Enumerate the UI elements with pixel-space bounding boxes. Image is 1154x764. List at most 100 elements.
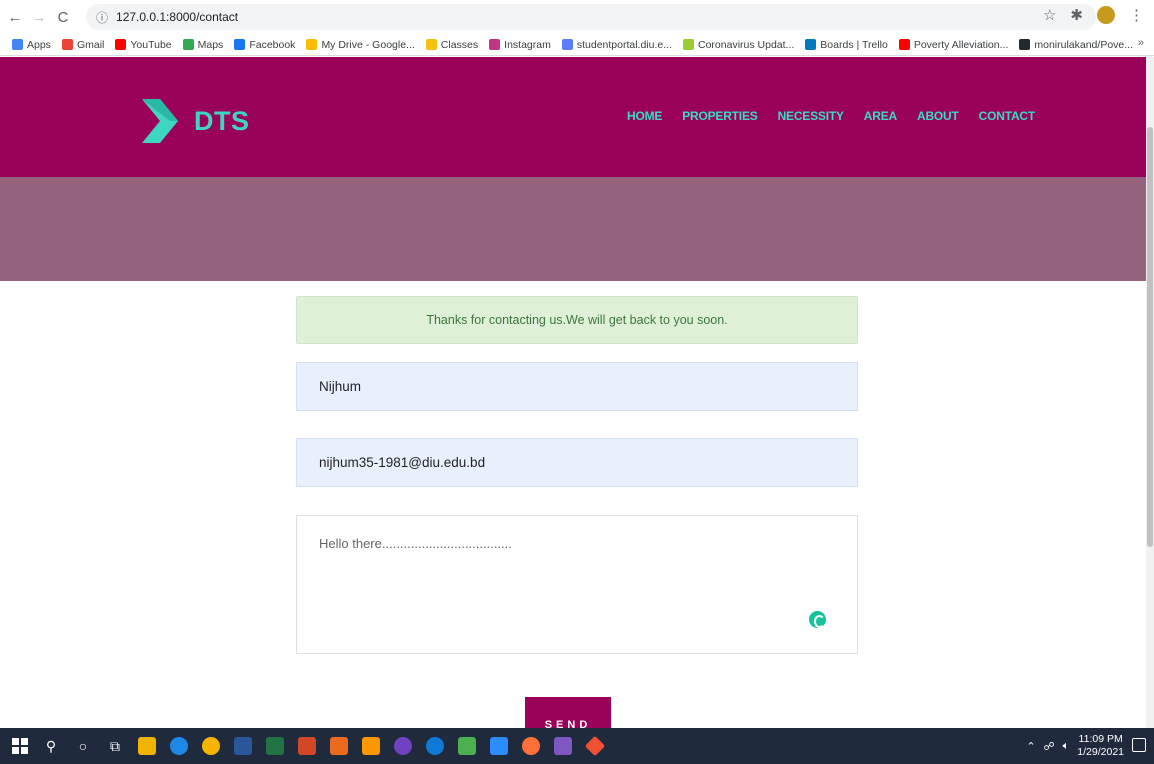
bookmark-item[interactable]: Facebook bbox=[234, 39, 295, 51]
profile-avatar[interactable] bbox=[1097, 6, 1115, 24]
firefox-icon[interactable] bbox=[522, 737, 540, 755]
task-view-icon[interactable]: ⧉ bbox=[106, 738, 124, 755]
edge-icon[interactable] bbox=[170, 737, 188, 755]
bookmark-icon bbox=[306, 39, 318, 50]
forward-icon[interactable]: → bbox=[30, 9, 48, 26]
system-tray: ⌃ ☍ 🔈︎ 11:09 PM 1/29/2021 bbox=[1026, 733, 1124, 759]
clock-date: 1/29/2021 bbox=[1077, 746, 1124, 758]
bookmark-icon bbox=[898, 39, 910, 50]
hero-banner bbox=[0, 177, 1146, 281]
search-icon[interactable]: ⚲ bbox=[42, 738, 60, 755]
extensions-icon[interactable]: ✱ bbox=[1070, 6, 1083, 24]
message-text: Hello there.............................… bbox=[319, 536, 512, 551]
bookmark-label: Boards | Trello bbox=[820, 38, 888, 51]
clock-time: 11:09 PM bbox=[1078, 733, 1123, 745]
sublime-icon[interactable] bbox=[362, 737, 380, 755]
success-alert: Thanks for contacting us.We will get bac… bbox=[296, 296, 858, 344]
bookmark-item[interactable]: Apps bbox=[12, 39, 51, 51]
star-icon[interactable]: ☆ bbox=[1043, 6, 1056, 24]
message-textarea[interactable]: Hello there.............................… bbox=[296, 515, 858, 654]
app-icon-2[interactable] bbox=[554, 737, 572, 755]
bookmarks-more-icon[interactable]: » bbox=[1138, 37, 1144, 49]
bookmark-label: monirulakand/Pove... bbox=[1034, 38, 1133, 51]
cortana-icon[interactable]: ○ bbox=[74, 738, 92, 754]
site-header: DTS HOME PROPERTIES NECESSITY AREA ABOUT… bbox=[0, 57, 1146, 177]
bookmark-icon bbox=[61, 39, 73, 50]
bookmarks-bar: Apps Gmail YouTube Maps Facebook My Drive - G… bbox=[0, 34, 1154, 56]
main-nav: HOME PROPERTIES NECESSITY AREA ABOUT CON… bbox=[627, 109, 1035, 123]
taskbar: ⚲ ○ ⧉ ⌃ ☍ 🔈︎ 11:09 PM 1/29/2021 bbox=[0, 728, 1154, 764]
logo-text: DTS bbox=[194, 105, 250, 136]
bookmark-item[interactable]: studentportal.diu.e... bbox=[561, 38, 672, 51]
bookmark-icon bbox=[561, 39, 573, 50]
send-button[interactable]: SEND bbox=[525, 697, 611, 728]
nav-home[interactable]: HOME bbox=[627, 109, 662, 123]
bookmark-item[interactable]: Gmail bbox=[61, 39, 104, 51]
logo-icon bbox=[142, 99, 178, 143]
bookmark-item[interactable]: Maps bbox=[182, 38, 224, 51]
bookmark-item[interactable]: YouTube bbox=[115, 38, 172, 51]
nav-contact[interactable]: CONTACT bbox=[979, 109, 1036, 123]
bookmark-item[interactable]: monirulakand/Pove... bbox=[1019, 39, 1133, 51]
bookmark-label: studentportal.diu.e... bbox=[576, 38, 672, 51]
github-desktop-icon[interactable] bbox=[394, 737, 412, 755]
grammarly-icon[interactable] bbox=[809, 611, 826, 628]
bookmark-label: Facebook bbox=[249, 38, 296, 51]
bookmark-label: Poverty Alleviation... bbox=[913, 38, 1009, 51]
browser-actions: ☆ ✱ ⋮ bbox=[1043, 6, 1144, 24]
reload-icon[interactable]: C bbox=[54, 9, 72, 26]
address-bar[interactable]: ⓘ 127.0.0.1:8000/contact bbox=[86, 4, 1096, 30]
nav-about[interactable]: ABOUT bbox=[917, 109, 959, 123]
word-icon[interactable] bbox=[234, 737, 252, 755]
browser-toolbar: ← → C ⓘ 127.0.0.1:8000/contact ☆ ✱ ⋮ bbox=[0, 0, 1154, 34]
excel-icon[interactable] bbox=[266, 737, 284, 755]
page-viewport: DTS HOME PROPERTIES NECESSITY AREA ABOUT… bbox=[0, 57, 1146, 728]
bookmark-label: Apps bbox=[27, 38, 51, 51]
name-field[interactable]: Nijhum bbox=[296, 362, 858, 411]
nav-properties[interactable]: PROPERTIES bbox=[682, 109, 758, 123]
menu-dots-icon[interactable]: ⋮ bbox=[1129, 6, 1144, 24]
bookmark-icon bbox=[1019, 39, 1031, 50]
scroll-thumb[interactable] bbox=[1147, 127, 1153, 547]
url-text: 127.0.0.1:8000/contact bbox=[116, 10, 239, 24]
bookmark-label: My Drive - Google... bbox=[321, 38, 415, 51]
bookmark-icon bbox=[683, 39, 694, 50]
bookmark-label: YouTube bbox=[130, 38, 172, 51]
network-icon[interactable]: ☍ bbox=[1044, 740, 1055, 753]
info-icon[interactable]: ⓘ bbox=[96, 9, 108, 26]
nav-area[interactable]: AREA bbox=[864, 109, 897, 123]
volume-icon[interactable]: 🔈︎ bbox=[1063, 740, 1070, 753]
app-icon[interactable] bbox=[330, 737, 348, 755]
nav-necessity[interactable]: NECESSITY bbox=[778, 109, 844, 123]
bookmark-label: Maps bbox=[197, 38, 224, 51]
bookmark-label: Instagram bbox=[504, 38, 551, 51]
bookmark-icon bbox=[425, 39, 437, 50]
bookmark-label: Classes bbox=[440, 38, 479, 51]
bookmark-icon bbox=[234, 39, 246, 50]
page-scrollbar[interactable] bbox=[1146, 57, 1154, 728]
site-logo[interactable]: DTS bbox=[140, 97, 250, 145]
clock[interactable]: 11:09 PM 1/29/2021 bbox=[1077, 733, 1124, 759]
email-field[interactable]: nijhum35-1981@diu.edu.bd bbox=[296, 438, 858, 487]
chrome-icon[interactable] bbox=[202, 737, 220, 755]
powerpoint-icon[interactable] bbox=[298, 737, 316, 755]
file-explorer-icon[interactable] bbox=[138, 737, 156, 755]
windows-start-icon[interactable] bbox=[12, 738, 28, 754]
bookmark-item[interactable]: Boards | Trello bbox=[805, 39, 888, 51]
android-studio-icon[interactable] bbox=[458, 737, 476, 755]
notification-icon[interactable] bbox=[1132, 738, 1146, 752]
chevron-up-icon[interactable]: ⌃ bbox=[1026, 740, 1035, 753]
teamviewer-icon[interactable] bbox=[426, 737, 444, 755]
bookmark-item[interactable]: Classes bbox=[425, 38, 479, 51]
bookmark-icon bbox=[489, 39, 501, 50]
bookmark-label: Coronavirus Updat... bbox=[698, 38, 795, 51]
bookmark-item[interactable]: Coronavirus Updat... bbox=[683, 39, 794, 51]
git-icon[interactable] bbox=[584, 735, 606, 757]
back-icon[interactable]: ← bbox=[6, 9, 24, 26]
bookmark-icon bbox=[115, 39, 127, 50]
bookmark-item[interactable]: My Drive - Google... bbox=[306, 38, 415, 51]
zoom-icon[interactable] bbox=[490, 737, 508, 755]
bookmark-item[interactable]: Poverty Alleviation... bbox=[898, 38, 1009, 51]
bookmark-icon bbox=[12, 39, 23, 50]
bookmark-item[interactable]: Instagram bbox=[489, 39, 551, 51]
